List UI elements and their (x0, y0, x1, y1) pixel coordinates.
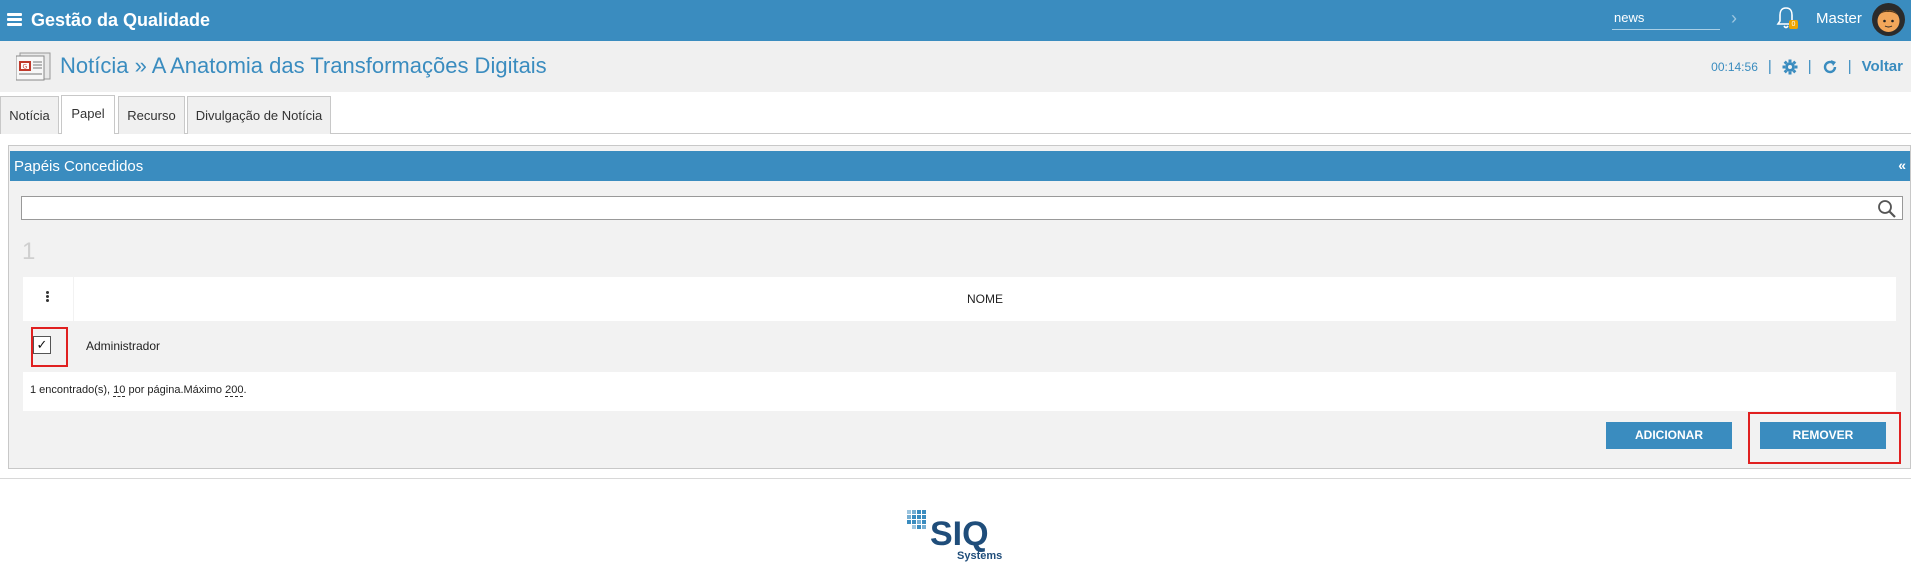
pagination-info: 1 encontrado(s), 10 por página.Máximo 20… (30, 384, 247, 397)
more-vertical-icon (46, 291, 49, 303)
selected-count: 1 (22, 238, 36, 265)
notification-badge: 0 (1789, 20, 1798, 29)
per-page-text: por página.Máximo (125, 384, 226, 396)
tab-noticia[interactable]: Notícia (0, 96, 59, 134)
page-header: G Notícia » A Anatomia das Transformaçõe… (0, 41, 1911, 92)
logo-brand: SIQ (930, 515, 989, 553)
session-timer: 00:14:56 (1711, 59, 1758, 74)
gear-icon[interactable] (1782, 59, 1798, 75)
table-row[interactable]: ✓ Administrador (23, 322, 1896, 372)
divider: | (1767, 58, 1772, 75)
avatar[interactable] (1872, 3, 1905, 36)
logo-subtitle: Systems (957, 550, 1002, 562)
search-input[interactable] (1612, 6, 1720, 30)
roles-table: NOME ✓ Administrador 1 encontrado(s), 10… (23, 277, 1896, 411)
checkbox-highlight (31, 327, 68, 367)
found-text: 1 encontrado(s), (30, 384, 114, 396)
tab-recurso[interactable]: Recurso (118, 96, 185, 134)
max-link[interactable]: 200 (225, 384, 244, 397)
divider: | (1847, 58, 1852, 75)
top-bar: Gestão da Qualidade › 0 Master (0, 0, 1911, 41)
footer-end: . (243, 384, 247, 396)
siq-logo: SIQ Systems (903, 508, 1013, 563)
panel-title: Papéis Concedidos (14, 158, 144, 175)
collapse-icon[interactable]: « (1898, 157, 1906, 173)
per-page-link[interactable]: 10 (113, 384, 126, 397)
table-footer: 1 encontrado(s), 10 por página.Máximo 20… (23, 372, 1896, 411)
header-actions: 00:14:56 | | | Voltar (1711, 58, 1903, 75)
footer-divider (0, 478, 1911, 479)
tab-papel[interactable]: Papel (61, 95, 115, 134)
divider: | (1807, 58, 1812, 75)
svg-text:G: G (23, 64, 28, 71)
chevron-right-icon[interactable]: › (1731, 8, 1737, 29)
roles-panel: Papéis Concedidos « 1 NOME ✓ Administrad… (8, 145, 1911, 469)
panel-header: Papéis Concedidos « (10, 151, 1910, 181)
news-icon: G (15, 51, 52, 81)
filter-input[interactable] (21, 196, 1903, 220)
add-button[interactable]: ADICIONAR (1606, 422, 1732, 449)
tab-bar: Notícia Papel Recurso Divulgação de Notí… (0, 92, 1911, 134)
user-name[interactable]: Master (1816, 10, 1862, 27)
refresh-icon[interactable] (1822, 59, 1838, 75)
page-title: Notícia » A Anatomia das Transformações … (60, 53, 547, 78)
table-header: NOME (23, 277, 1896, 322)
bell-icon[interactable]: 0 (1775, 6, 1798, 32)
column-menu[interactable] (23, 277, 74, 322)
role-name: Administrador (86, 339, 161, 353)
back-link[interactable]: Voltar (1862, 58, 1903, 75)
remove-button-highlight (1748, 412, 1901, 464)
tab-divulgacao[interactable]: Divulgação de Notícia (187, 96, 331, 134)
column-header-nome[interactable]: NOME (74, 277, 1896, 322)
search-icon[interactable] (1877, 199, 1897, 219)
menu-icon[interactable] (7, 13, 22, 26)
app-title: Gestão da Qualidade (31, 10, 211, 30)
